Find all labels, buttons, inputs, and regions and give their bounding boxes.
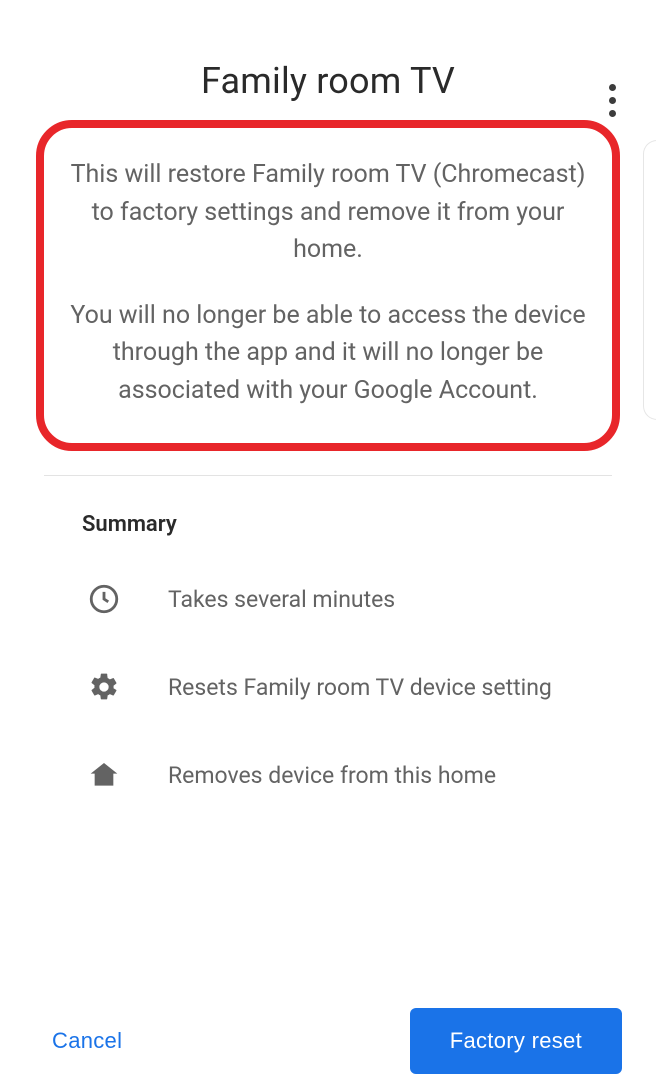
cancel-button[interactable]: Cancel	[44, 1012, 130, 1070]
footer-actions: Cancel Factory reset	[0, 1008, 656, 1074]
factory-reset-button[interactable]: Factory reset	[410, 1008, 622, 1074]
description-paragraph-2: You will no longer be able to access the…	[62, 297, 594, 410]
summary-item-label: Resets Family room TV device setting	[168, 674, 552, 701]
summary-item: Resets Family room TV device setting	[86, 669, 616, 705]
more-dots-icon	[609, 84, 616, 91]
clock-icon	[86, 581, 122, 617]
summary-heading: Summary	[82, 512, 616, 537]
page-title: Family room TV	[0, 60, 656, 102]
summary-item-label: Removes device from this home	[168, 762, 496, 789]
summary-section: Summary Takes several minutes Resets Fam…	[0, 476, 656, 793]
more-menu-button[interactable]	[598, 80, 626, 120]
summary-item: Takes several minutes	[86, 581, 616, 617]
description-paragraph-1: This will restore Family room TV (Chrome…	[62, 156, 594, 269]
gear-icon	[86, 669, 122, 705]
warning-highlight-box: This will restore Family room TV (Chrome…	[36, 120, 620, 451]
summary-item-label: Takes several minutes	[168, 586, 395, 613]
home-icon	[86, 757, 122, 793]
summary-item: Removes device from this home	[86, 757, 616, 793]
scroll-indicator	[643, 140, 656, 420]
